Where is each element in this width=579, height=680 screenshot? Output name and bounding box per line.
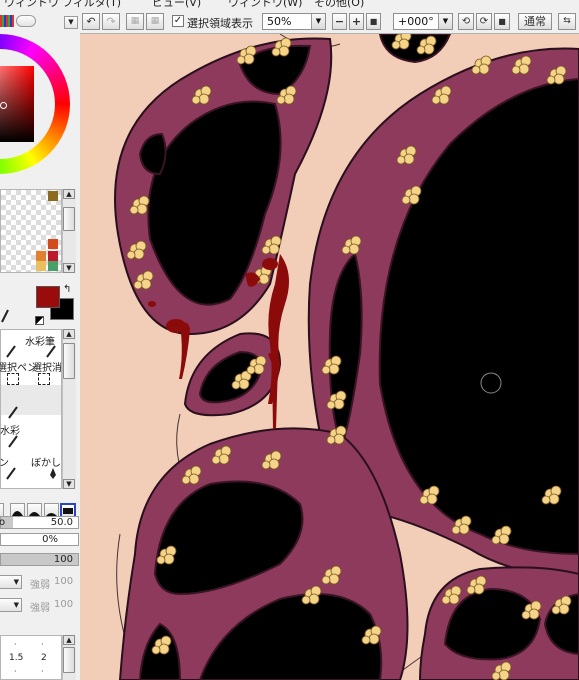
artwork — [114, 34, 579, 680]
deselect-button[interactable]: ▦ — [126, 13, 144, 30]
invert-selection-button[interactable]: ▦ — [146, 13, 164, 30]
scroll-thumb[interactable] — [63, 207, 75, 231]
chevron-down-icon: ▼ — [311, 14, 325, 29]
strength-label-2: 強弱 — [30, 603, 50, 614]
drawing-canvas[interactable] — [80, 34, 579, 680]
scroll-up-icon[interactable]: ▲ — [63, 329, 75, 339]
swatch-2[interactable] — [36, 251, 46, 261]
undo-button[interactable]: ↶ — [82, 13, 100, 30]
scroll-down-icon[interactable]: ▼ — [63, 263, 75, 273]
density-value: 100 — [53, 554, 73, 565]
tool-scrollbar[interactable]: ▲ ▼ — [62, 329, 76, 489]
scroll-up-icon[interactable]: ▲ — [63, 635, 75, 645]
menu-view[interactable]: ビュー(V) — [152, 0, 201, 8]
redo-button[interactable]: ↷ — [102, 13, 120, 30]
strength-value-2: 100 — [54, 599, 74, 610]
scroll-down-icon[interactable]: ▼ — [63, 479, 75, 489]
size-label-b[interactable]: 2 — [41, 653, 47, 663]
rotate-right-button[interactable]: ⟳ — [476, 13, 492, 30]
eyedropper-icon[interactable] — [0, 306, 10, 324]
density-slider[interactable]: 100 — [0, 553, 79, 566]
menu-filter[interactable]: フィルタ(T) — [62, 0, 121, 8]
show-selection-checkbox[interactable]: ✓ — [172, 15, 184, 27]
swap-colors-icon[interactable]: ↰ — [63, 284, 75, 296]
rotation-value: +000° — [398, 15, 434, 28]
strength-dropdown-2[interactable]: ▼ — [0, 598, 22, 612]
strength-row-1: ▼ 強弱 100 — [0, 575, 80, 591]
blend-mode-button[interactable]: 通常 — [518, 13, 552, 30]
canvas-toolbar: ↶ ↷ ▦ ▦ ✓ 選択領域表示 50% ▼ − + ■ +000° ▼ ⟲ ⟳… — [80, 8, 579, 34]
zoom-in-button[interactable]: + — [349, 13, 364, 30]
brush-size-value: 50.0 — [50, 517, 73, 528]
swatch-1[interactable] — [48, 239, 58, 249]
menu-window-2[interactable]: ウィンドウ(W) — [228, 0, 302, 8]
menu-window[interactable]: ウィンドウ — [4, 0, 59, 8]
min-size-slider[interactable]: 0% — [0, 533, 79, 546]
brush-size-slider[interactable]: o 50.0 — [0, 516, 79, 529]
swatch-scrollbar[interactable]: ▲ ▼ — [62, 189, 76, 273]
brush-icon — [7, 405, 19, 422]
swatch-0[interactable] — [48, 191, 58, 201]
left-tool-panel: ▼ ▲ ▼ ↰ 水彩筆 選択ペン 選択消し 水彩 ペン ぼかし — [0, 8, 81, 680]
zoom-reset-button[interactable]: ■ — [366, 13, 381, 30]
swatch-4[interactable] — [36, 261, 46, 271]
size-dot: · — [14, 667, 17, 676]
min-size-value: 0% — [42, 534, 58, 545]
scroll-thumb[interactable] — [63, 647, 75, 673]
scroll-up-icon[interactable]: ▲ — [63, 189, 75, 199]
selection-eraser-icon — [38, 373, 50, 385]
size-label-a[interactable]: 1.5 — [9, 653, 23, 663]
selection-pen-icon — [7, 373, 19, 385]
strength-dropdown-1[interactable]: ▼ — [0, 575, 22, 589]
brush-size-grid[interactable]: · · 1.5 2 · · — [0, 635, 62, 680]
pen-icon — [5, 466, 17, 483]
flesh-structure-upper-left — [114, 37, 333, 336]
size-grid-scrollbar[interactable]: ▲ — [62, 635, 76, 680]
scroll-thumb[interactable] — [63, 343, 75, 379]
zoom-out-button[interactable]: − — [332, 13, 347, 30]
strength-label-1: 強弱 — [30, 580, 50, 591]
strength-value-1: 100 — [54, 576, 74, 587]
swatch-3[interactable] — [48, 251, 58, 261]
rotate-reset-button[interactable]: ■ — [494, 13, 510, 30]
menu-other[interactable]: その他(O) — [314, 0, 364, 8]
flesh-structure-bottom-right — [418, 566, 579, 680]
show-selection-label: 選択領域表示 — [187, 17, 253, 30]
brush-size-label: o — [0, 517, 5, 528]
flip-horizontal-button[interactable]: ⇆ — [558, 13, 576, 30]
size-dot: · — [41, 640, 44, 649]
tool-grid: 水彩筆 選択ペン 選択消し 水彩 ペン ぼかし — [0, 329, 72, 489]
rotation-select[interactable]: +000° ▼ — [393, 13, 453, 30]
flesh-structure-small — [183, 332, 282, 417]
size-dot: · — [41, 667, 44, 676]
size-dot: · — [14, 640, 17, 649]
color-slider-toggle[interactable] — [16, 15, 36, 27]
panel-menu-button[interactable]: ▼ — [64, 16, 78, 29]
color-mode-icon[interactable] — [0, 15, 14, 27]
reset-colors-icon[interactable] — [35, 316, 44, 325]
zoom-value: 50% — [267, 15, 292, 28]
blur-icon — [47, 466, 59, 483]
color-picker-cursor[interactable] — [0, 102, 7, 109]
main-color[interactable] — [36, 286, 60, 308]
menubar: ウィンドウ フィルタ(T) ビュー(V) ウィンドウ(W) その他(O) — [0, 0, 579, 8]
chevron-down-icon: ▼ — [438, 14, 452, 29]
rotate-left-button[interactable]: ⟲ — [458, 13, 474, 30]
swatch-5[interactable] — [48, 261, 58, 271]
brush-icon — [7, 434, 19, 451]
strength-row-2: ▼ 強弱 100 — [0, 598, 80, 614]
zoom-select[interactable]: 50% ▼ — [262, 13, 326, 30]
